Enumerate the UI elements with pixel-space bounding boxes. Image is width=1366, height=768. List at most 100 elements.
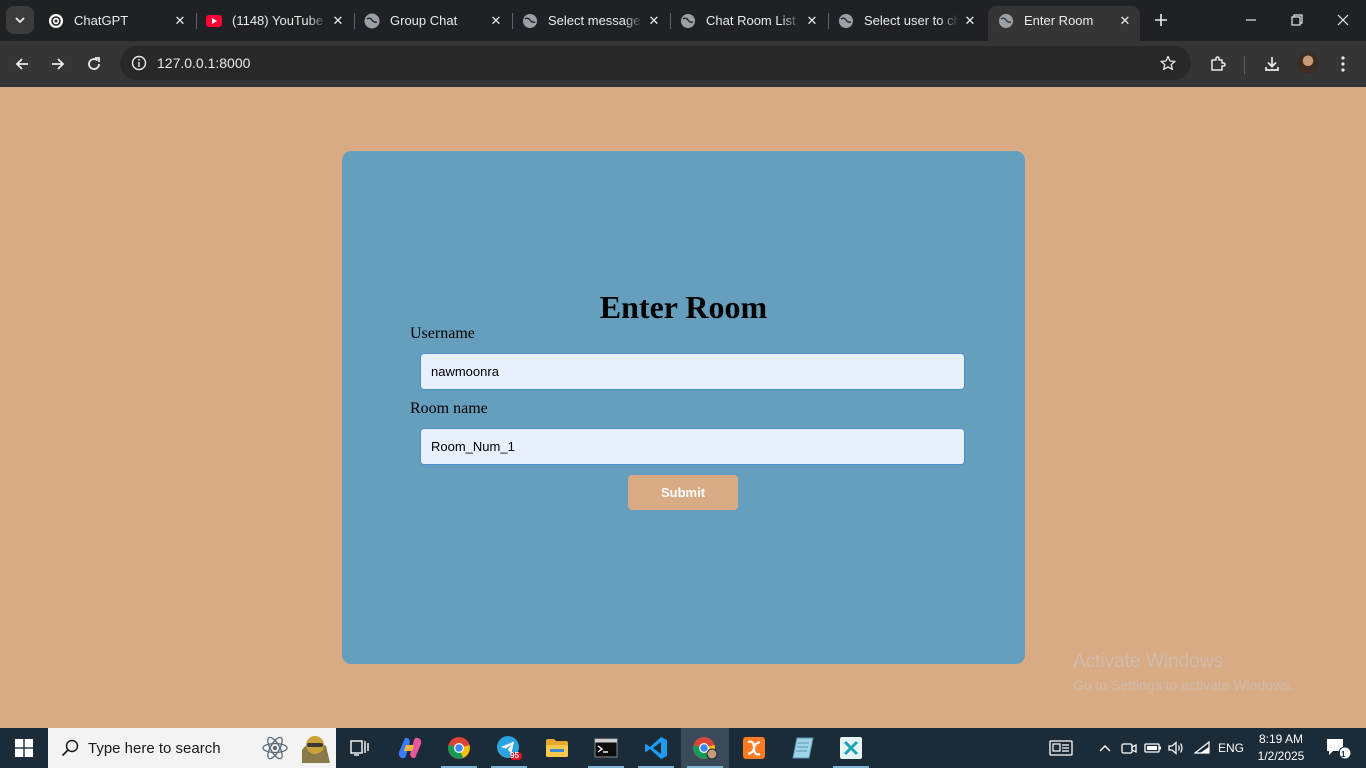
tab-group-chat[interactable]: Group Chat ✕ [354, 6, 511, 35]
minimize-icon [1246, 19, 1256, 21]
chevron-up-icon [1099, 745, 1111, 752]
puzzle-icon [1211, 56, 1226, 71]
battery-icon [1144, 743, 1161, 753]
network-tray-button[interactable] [1191, 728, 1213, 768]
copilot-app[interactable] [386, 728, 434, 768]
close-icon[interactable]: ✕ [327, 10, 349, 32]
back-button[interactable] [7, 49, 37, 79]
watermark-subtitle: Go to Settings to activate Windows. [1073, 677, 1294, 693]
close-icon [1337, 14, 1349, 26]
globe-icon [522, 13, 538, 29]
windows-logo-icon [15, 739, 33, 757]
search-placeholder: Type here to search [88, 740, 221, 757]
star-icon [1160, 55, 1176, 71]
close-icon[interactable]: ✕ [1114, 10, 1136, 32]
terminal-app[interactable] [582, 728, 630, 768]
submit-button[interactable]: Submit [628, 475, 738, 510]
room-name-label: Room name [410, 400, 488, 417]
new-tab-button[interactable] [1149, 8, 1173, 32]
browser-toolbar: 127.0.0.1:8000 [0, 41, 1366, 87]
volume-tray-button[interactable] [1166, 728, 1186, 768]
notifications-button[interactable]: 11 [1318, 728, 1358, 768]
site-info-button[interactable] [126, 50, 152, 76]
camera-tray-button[interactable] [1119, 728, 1139, 768]
wifi-icon [1194, 741, 1210, 754]
page-title: Enter Room [599, 289, 768, 325]
chrome-app[interactable] [435, 728, 483, 768]
tab-youtube[interactable]: (1148) YouTube ✕ [196, 6, 353, 35]
start-button[interactable] [0, 728, 48, 768]
news-widget-button[interactable] [1043, 728, 1079, 768]
globe-icon [838, 13, 854, 29]
profile-avatar[interactable] [1297, 52, 1319, 74]
tab-enter-room[interactable]: Enter Room ✕ [988, 6, 1140, 41]
tab-chatgpt[interactable]: ChatGPT ✕ [38, 6, 195, 35]
globe-icon [998, 13, 1014, 29]
forward-button[interactable] [43, 49, 73, 79]
notification-count: 11 [1337, 750, 1346, 759]
arrow-left-icon [15, 58, 28, 70]
task-view-icon [350, 740, 369, 756]
chevron-down-icon [15, 17, 25, 24]
bookmark-button[interactable] [1157, 52, 1179, 74]
restore-button[interactable] [1274, 0, 1320, 40]
notes-app[interactable] [779, 728, 827, 768]
show-hidden-icons-button[interactable] [1095, 728, 1115, 768]
username-input[interactable] [420, 353, 965, 390]
enter-room-card: Enter Room Username Room name Submit [342, 151, 1025, 664]
battery-tray-button[interactable] [1142, 728, 1164, 768]
terminal-icon [594, 738, 618, 758]
tab-title: (1148) YouTube [232, 13, 324, 28]
tab-chat-room-list[interactable]: Chat Room List - ✕ [670, 6, 827, 35]
toolbar-divider [1244, 56, 1245, 74]
close-icon[interactable]: ✕ [959, 10, 981, 32]
chrome-active-app[interactable] [681, 728, 729, 768]
system-clock[interactable]: 8:19 AM 1/2/2025 [1250, 731, 1312, 765]
search-icon [61, 739, 79, 757]
chrome-profile-icon [693, 737, 718, 760]
taskbar-search-box[interactable]: Type here to search [48, 728, 336, 768]
reload-button[interactable] [79, 49, 109, 79]
room-name-input[interactable] [420, 428, 965, 465]
vscode-icon [645, 737, 667, 759]
tab-title: ChatGPT [74, 13, 129, 28]
menu-button[interactable] [1328, 49, 1358, 79]
plus-icon [1155, 14, 1167, 26]
close-icon[interactable]: ✕ [485, 10, 507, 32]
language-indicator[interactable]: ENG [1215, 728, 1247, 768]
downloads-button[interactable] [1257, 49, 1287, 79]
vscode-app[interactable] [632, 728, 680, 768]
file-explorer-app[interactable] [533, 728, 581, 768]
clock-date: 1/2/2025 [1257, 749, 1305, 763]
x-app-icon [840, 737, 862, 759]
xampp-icon [743, 737, 765, 759]
page-viewport: Enter Room Username Room name Submit [0, 87, 1366, 728]
copilot-icon [398, 737, 422, 759]
url-text[interactable]: 127.0.0.1:8000 [157, 55, 250, 71]
tab-title: Group Chat [390, 13, 458, 28]
reload-icon [88, 57, 100, 70]
folder-icon [546, 739, 568, 757]
globe-icon [680, 13, 696, 29]
close-icon[interactable]: ✕ [169, 10, 191, 32]
tab-search-button[interactable] [6, 6, 34, 34]
xampp-app[interactable] [730, 728, 778, 768]
extensions-button[interactable] [1203, 49, 1233, 79]
chatgpt-icon [48, 13, 64, 29]
close-window-button[interactable] [1320, 0, 1366, 40]
task-view-button[interactable] [336, 728, 384, 768]
close-icon[interactable]: ✕ [801, 10, 823, 32]
notepad-icon [792, 737, 814, 759]
close-icon[interactable]: ✕ [643, 10, 665, 32]
tab-select-message[interactable]: Select message t ✕ [512, 6, 669, 35]
browser-tab-strip: ChatGPT ✕ (1148) YouTube ✕ Group Chat ✕ … [0, 0, 1366, 41]
address-bar[interactable]: 127.0.0.1:8000 [120, 46, 1191, 80]
minimize-button[interactable] [1228, 0, 1274, 40]
xming-app[interactable] [827, 728, 875, 768]
youtube-icon [206, 13, 222, 29]
tab-select-user[interactable]: Select user to ch ✕ [828, 6, 985, 35]
speaker-icon [1168, 741, 1183, 755]
restore-icon [1291, 14, 1303, 26]
username-label: Username [410, 325, 475, 342]
telegram-app[interactable]: 95 [485, 728, 533, 768]
